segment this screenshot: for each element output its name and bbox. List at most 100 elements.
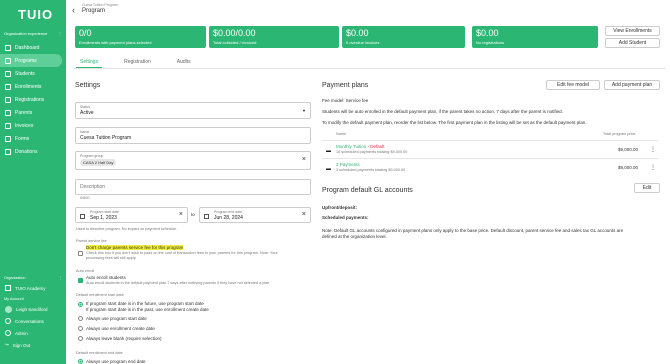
payment-plan-row[interactable]: ▬ Monthly Tuition - Default 10 scheduled… bbox=[322, 140, 658, 158]
registrations-icon bbox=[5, 96, 11, 103]
program-group-select[interactable]: Program group CASA 2 Half Day × bbox=[75, 151, 311, 170]
settings-heading: Settings bbox=[75, 82, 101, 89]
invoices-icon bbox=[5, 122, 11, 129]
scheduled-payments-label: Scheduled payments: bbox=[322, 215, 369, 220]
start-date-option-1b: If program start date is in the past, us… bbox=[86, 307, 209, 312]
drag-handle-icon[interactable]: ▬ bbox=[326, 166, 331, 172]
service-fee-note-2: processing fees will still apply. bbox=[86, 256, 137, 260]
plan-name[interactable]: 3 Payments bbox=[336, 162, 360, 167]
start-date-option-4-radio[interactable] bbox=[78, 336, 83, 341]
sidebar-item-registrations[interactable]: Registrations bbox=[0, 93, 66, 106]
account-section-label: My Account bbox=[4, 296, 24, 301]
caret-down-icon: ▼ bbox=[302, 108, 306, 113]
more-vertical-icon[interactable]: ⋮ bbox=[58, 31, 62, 36]
gl-note: Note: Default GL accounts configured in … bbox=[322, 228, 624, 233]
page-title: Program bbox=[82, 8, 106, 14]
end-date-option-1: Always use program end date bbox=[86, 359, 146, 364]
sidebar-item-enrollments[interactable]: Enrollments bbox=[0, 80, 66, 93]
upfront-deposit-label: Upfront/deposit: bbox=[322, 205, 357, 210]
payment-plans-desc-2: To modify the default payment plan, reor… bbox=[322, 120, 587, 125]
fee-model-text: Fee model: Service fee bbox=[322, 98, 369, 103]
admin-icon bbox=[5, 330, 11, 336]
sidebar-footer: Organization ⋮ TUIO Academy My Account Le… bbox=[0, 273, 66, 351]
parents-icon bbox=[5, 109, 11, 116]
stat-enrollments: 0/0 Enrollments with payment plans select… bbox=[75, 26, 206, 48]
forms-icon bbox=[5, 135, 11, 142]
end-date-option-1-radio[interactable] bbox=[78, 359, 83, 364]
programs-icon bbox=[5, 57, 11, 64]
more-vertical-icon[interactable]: ⋮ bbox=[58, 275, 62, 280]
sidebar: TUIO Organization experience ⋮ Dashboard … bbox=[0, 0, 66, 364]
more-vertical-icon[interactable]: ⋮ bbox=[650, 146, 656, 153]
payment-plans-desc-1: Students will be auto enrolled in the de… bbox=[322, 109, 563, 114]
stat-collected: $0.00/0.00 Total collected / invoiced bbox=[209, 26, 339, 48]
add-student-button[interactable]: Add Student bbox=[605, 38, 660, 48]
tuio-logo[interactable]: TUIO bbox=[18, 7, 53, 22]
calendar-icon bbox=[204, 214, 209, 219]
fee-section-label: Parent service fee bbox=[76, 239, 107, 243]
plan-price: $9,000.00 bbox=[618, 147, 639, 152]
sidebar-nav: Dashboard Programs Students Enrollments … bbox=[0, 41, 66, 158]
clear-icon[interactable]: × bbox=[179, 211, 183, 218]
add-payment-plan-button[interactable]: Add payment plan bbox=[604, 80, 660, 90]
sidebar-item-admin[interactable]: Admin bbox=[0, 327, 66, 339]
sidebar-item-forms[interactable]: Forms bbox=[0, 132, 66, 145]
edit-fee-model-button[interactable]: Edit fee model bbox=[546, 80, 600, 90]
date-range-to: to bbox=[191, 212, 195, 217]
breadcrumb[interactable]: Cuesa Tuition Program bbox=[82, 3, 118, 7]
more-vertical-icon[interactable]: ⋮ bbox=[650, 164, 656, 171]
tab-audits[interactable]: Audits bbox=[173, 59, 195, 68]
tab-registration[interactable]: Registration bbox=[120, 59, 155, 68]
user-profile[interactable]: Leigh Sandiford bbox=[0, 303, 66, 315]
payment-plan-row[interactable]: ▬ 3 Payments 3 scheduled payments totali… bbox=[322, 158, 658, 176]
status-select[interactable]: Status Active ▼ bbox=[75, 102, 311, 119]
sidebar-item-invoices[interactable]: Invoices bbox=[0, 119, 66, 132]
sign-out-button[interactable]: ↪ Sign Out bbox=[0, 339, 66, 351]
sidebar-item-conversations[interactable]: Conversations bbox=[0, 315, 66, 327]
plan-summary: 10 scheduled payments totaling $9,000.00 bbox=[336, 150, 408, 154]
end-date-field[interactable]: Program end date Jun 28, 2024 × bbox=[199, 207, 311, 223]
stat-registrations: $0.00 No registrations bbox=[472, 26, 598, 48]
gl-accounts-heading: Program default GL accounts bbox=[322, 187, 413, 194]
auto-enroll-checkbox[interactable] bbox=[78, 278, 83, 283]
view-enrollments-button[interactable]: View Enrollments bbox=[605, 26, 660, 36]
sidebar-item-dashboard[interactable]: Dashboard bbox=[0, 41, 66, 54]
drag-handle-icon[interactable]: ▬ bbox=[326, 148, 331, 154]
start-date-option-2: Always use program start date bbox=[86, 316, 147, 321]
tab-settings[interactable]: Settings bbox=[76, 59, 103, 68]
edit-gl-button[interactable]: Edit bbox=[634, 183, 660, 193]
building-icon bbox=[5, 285, 11, 291]
gl-note-2: defined at the organization level. bbox=[322, 234, 387, 239]
sign-out-icon: ↪ bbox=[5, 342, 9, 347]
program-group-chip[interactable]: CASA 2 Half Day bbox=[80, 159, 117, 166]
back-arrow-icon[interactable]: ‹ bbox=[72, 5, 75, 15]
sidebar-item-parents[interactable]: Parents bbox=[0, 106, 66, 119]
org-experience-header[interactable]: Organization experience ⋮ bbox=[4, 31, 62, 36]
start-date-option-3: Always use enrollment create date bbox=[86, 326, 155, 331]
clear-icon[interactable]: × bbox=[302, 156, 306, 163]
start-date-field[interactable]: Program start date Sep 1, 2023 × bbox=[75, 207, 188, 223]
service-fee-checkbox[interactable] bbox=[78, 251, 83, 256]
start-date-option-2-radio[interactable] bbox=[78, 316, 83, 321]
start-date-option-3-radio[interactable] bbox=[78, 326, 83, 331]
plan-name[interactable]: Monthly Tuition - Default bbox=[336, 144, 385, 149]
organization-switcher[interactable]: TUIO Academy bbox=[0, 282, 66, 294]
auto-enroll-note: Auto enroll students in the default paym… bbox=[86, 281, 270, 285]
name-field[interactable]: Name Cuesa Tuition Program bbox=[75, 127, 311, 144]
avatar bbox=[5, 305, 12, 313]
tab-divider bbox=[74, 68, 666, 69]
date-note: Used to describe program. No impact on p… bbox=[76, 227, 178, 231]
stat-overdue: $0.00 0 overdue invoices bbox=[342, 26, 465, 48]
clear-icon[interactable]: × bbox=[302, 211, 306, 218]
sidebar-item-programs[interactable]: Programs bbox=[0, 54, 62, 67]
donations-icon bbox=[5, 148, 11, 155]
end-date-section-label: Default enrollment end date bbox=[76, 351, 123, 355]
start-date-option-1-radio[interactable] bbox=[78, 302, 83, 307]
sidebar-item-donations[interactable]: Donations bbox=[0, 145, 66, 158]
description-counter: 0/500 bbox=[80, 196, 90, 200]
students-icon bbox=[5, 70, 11, 77]
description-field[interactable]: Description bbox=[75, 179, 311, 195]
column-header-price: Total program price bbox=[603, 132, 636, 136]
auto-enroll-label: Auto enroll students bbox=[86, 275, 126, 280]
sidebar-item-students[interactable]: Students bbox=[0, 67, 66, 80]
